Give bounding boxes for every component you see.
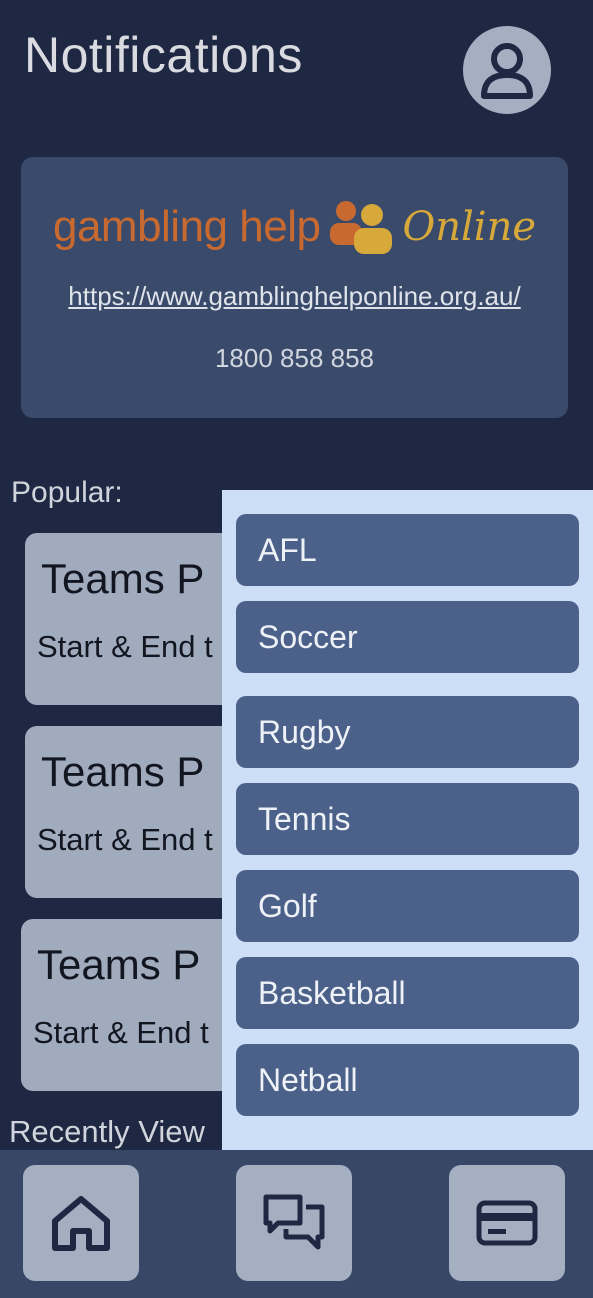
gambling-help-logo: gambling help Online [21, 197, 568, 257]
dropdown-item-afl[interactable]: AFL [236, 514, 579, 586]
home-icon [52, 1196, 110, 1251]
chat-nav-button[interactable] [236, 1165, 352, 1281]
gambling-help-card: gambling help Online https://www.gamblin… [21, 157, 568, 418]
dropdown-item-basketball[interactable]: Basketball [236, 957, 579, 1029]
bottom-navigation-bar [0, 1150, 593, 1298]
chat-icon [263, 1194, 325, 1250]
popular-card-title: Teams P [37, 941, 201, 988]
help-phone-number[interactable]: 1800 858 858 [21, 343, 568, 374]
popular-card-subtitle: Start & End t [33, 1015, 209, 1050]
credit-card-icon [476, 1200, 538, 1246]
help-website-link[interactable]: https://www.gamblinghelponline.org.au/ [21, 281, 568, 312]
profile-avatar-button[interactable] [463, 26, 551, 114]
card-nav-button[interactable] [449, 1165, 565, 1281]
dropdown-item-rugby[interactable]: Rugby [236, 696, 579, 768]
sport-dropdown-menu: AFL Soccer Rugby Tennis Golf Basketball … [222, 490, 593, 1150]
popular-card-subtitle: Start & End t [37, 822, 213, 857]
logo-text-gambling-help: gambling help [52, 202, 321, 251]
dropdown-item-soccer[interactable]: Soccer [236, 601, 579, 673]
popular-card-title: Teams P [41, 748, 205, 795]
popular-card-title: Teams P [41, 555, 205, 602]
page-title: Notifications [24, 27, 303, 83]
popular-heading: Popular: [11, 476, 123, 509]
user-icon [481, 43, 533, 99]
logo-text-online: Online [402, 204, 537, 250]
dropdown-item-tennis[interactable]: Tennis [236, 783, 579, 855]
popular-card-subtitle: Start & End t [37, 629, 213, 664]
dropdown-item-netball[interactable]: Netball [236, 1044, 579, 1116]
dropdown-item-golf[interactable]: Golf [236, 870, 579, 942]
recently-viewed-heading: Recently View [9, 1114, 205, 1149]
people-icon [330, 201, 393, 254]
home-nav-button[interactable] [23, 1165, 139, 1281]
